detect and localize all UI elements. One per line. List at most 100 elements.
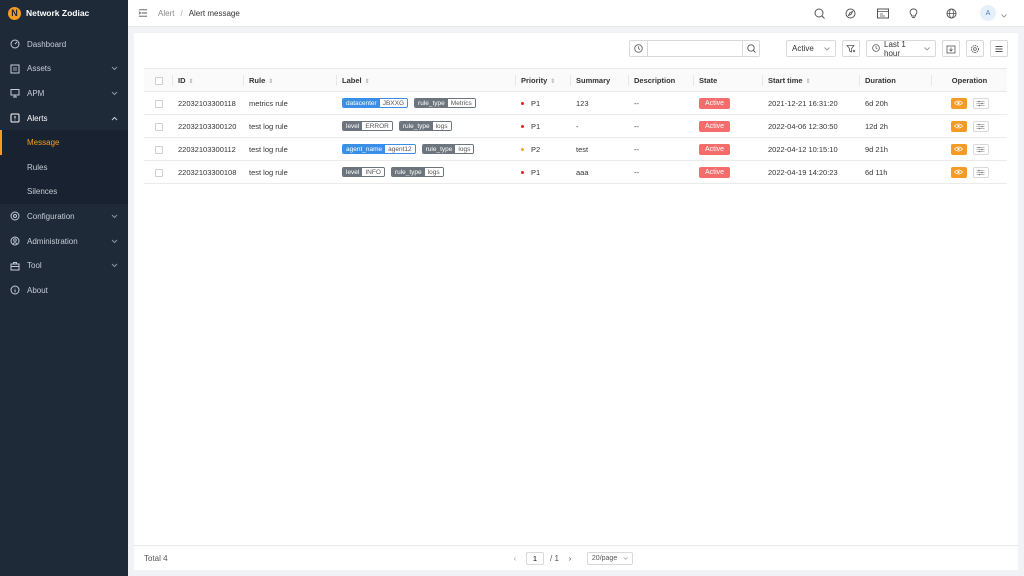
- filter-toolbar: Active Last 1 hour: [629, 39, 1008, 58]
- cell-priority: P1: [516, 114, 571, 138]
- time-range-select[interactable]: Last 1 hour: [866, 39, 936, 58]
- page-number-input[interactable]: [526, 551, 544, 565]
- avatar[interactable]: A: [980, 5, 996, 21]
- globe-icon[interactable]: [946, 8, 957, 19]
- row-checkbox[interactable]: [154, 99, 163, 108]
- cell-rule: test log rule: [244, 137, 337, 161]
- sidebar-item-label: Configuration: [27, 211, 75, 221]
- cell-operation: [932, 91, 1007, 115]
- cell-start-time: 2022-04-19 14:20:23: [763, 160, 860, 184]
- eye-icon: [954, 169, 963, 175]
- clock-icon[interactable]: [630, 41, 648, 56]
- row-checkbox[interactable]: [154, 145, 163, 154]
- chevron-down-icon: [623, 555, 628, 562]
- lightbulb-icon[interactable]: [908, 8, 919, 19]
- brand[interactable]: N Network Zodiac: [0, 0, 128, 26]
- sidebar-subitem-silences[interactable]: Silences: [0, 180, 128, 205]
- filter-clear-icon: [846, 44, 856, 53]
- monitor-icon: [10, 88, 20, 98]
- gear-icon: [971, 44, 979, 53]
- sidebar-subitem-message[interactable]: Message: [0, 130, 128, 155]
- col-header-state: State: [694, 68, 763, 92]
- sidebar-item-dashboard[interactable]: Dashboard: [0, 32, 128, 57]
- view-button[interactable]: [950, 97, 967, 109]
- top-icons: A: [128, 0, 1024, 27]
- row-checkbox[interactable]: [154, 122, 163, 131]
- chevron-up-icon: [110, 114, 118, 122]
- chevron-down-icon: [110, 89, 118, 97]
- row-select-cell: [144, 91, 173, 115]
- table-row: 22032103300108 test log rule level INFO ru…: [144, 160, 1007, 184]
- column-menu-button[interactable]: [990, 40, 1008, 57]
- col-header-start-time[interactable]: Start time ⇕: [763, 68, 860, 92]
- chevron-down-icon[interactable]: [1001, 11, 1007, 18]
- dashboard-panel-icon[interactable]: [877, 8, 889, 19]
- next-page-icon[interactable]: ›: [565, 554, 575, 563]
- sidebar-item-alerts[interactable]: Alerts: [0, 106, 128, 131]
- eye-icon: [954, 123, 963, 129]
- col-header-priority[interactable]: Priority ⇕: [516, 68, 571, 92]
- sliders-icon: [976, 100, 985, 106]
- status-badge: Active: [699, 143, 731, 155]
- table-header-row: ID ⇕ Rule ⇕ Label ⇕ Priority ⇕ Summary Descr…: [144, 68, 1007, 92]
- prev-page-icon[interactable]: ‹: [510, 554, 520, 563]
- cell-rule: test log rule: [244, 160, 337, 184]
- sidebar-item-configuration[interactable]: Configuration: [0, 204, 128, 229]
- clear-filter-button[interactable]: [842, 40, 860, 57]
- chevron-down-icon: [110, 237, 118, 245]
- state-filter-select[interactable]: Active: [786, 40, 836, 57]
- sidebar-item-tool[interactable]: Tool: [0, 253, 128, 278]
- configure-button[interactable]: [972, 120, 989, 132]
- brand-logo: N: [8, 6, 21, 20]
- cell-summary: 123: [571, 91, 629, 115]
- label-tag: datacenter JBXXG: [342, 98, 409, 108]
- col-header-label[interactable]: Label ⇕: [337, 68, 516, 92]
- search-icon[interactable]: [814, 8, 825, 19]
- view-button[interactable]: [950, 143, 967, 155]
- gear-icon: [10, 211, 20, 221]
- settings-button[interactable]: [966, 40, 984, 57]
- cell-rule: metrics rule: [244, 91, 337, 115]
- alerts-submenu: Message Rules Silences: [0, 130, 128, 205]
- sidebar-item-about[interactable]: About: [0, 278, 128, 303]
- col-header-rule[interactable]: Rule ⇕: [244, 68, 337, 92]
- row-select-cell: [144, 137, 173, 161]
- search-button[interactable]: [742, 41, 759, 56]
- sidebar-subitem-rules[interactable]: Rules: [0, 155, 128, 180]
- sidebar-item-apm[interactable]: APM: [0, 81, 128, 106]
- alert-message-card: Active Last 1 hour ID ⇕ Rule ⇕ Label ⇕ P…: [134, 33, 1018, 570]
- configure-button[interactable]: [972, 143, 989, 155]
- sort-icon: ⇕: [550, 78, 556, 85]
- cell-description: --: [629, 114, 694, 138]
- time-range-value: Last 1 hour: [884, 39, 906, 58]
- page-size-select[interactable]: 20/page: [586, 551, 634, 565]
- row-checkbox[interactable]: [154, 168, 163, 177]
- toolbox-icon: [10, 261, 20, 271]
- compass-icon[interactable]: [845, 8, 856, 19]
- search-input[interactable]: [648, 41, 742, 56]
- export-button[interactable]: [942, 40, 960, 57]
- sidebar-menu: Dashboard Assets APM Alerts Message Rule: [0, 32, 128, 303]
- chevron-down-icon: [924, 44, 930, 53]
- cell-description: --: [629, 91, 694, 115]
- sidebar-item-administration[interactable]: Administration: [0, 229, 128, 254]
- col-header-id[interactable]: ID ⇕: [173, 68, 244, 92]
- configure-button[interactable]: [972, 166, 989, 178]
- cell-duration: 6d 11h: [860, 160, 932, 184]
- configure-button[interactable]: [972, 97, 989, 109]
- cell-operation: [932, 160, 1007, 184]
- sliders-icon: [976, 146, 985, 152]
- sidebar-item-label: APM: [27, 88, 45, 98]
- col-header-description: Description: [629, 68, 694, 92]
- view-button[interactable]: [950, 166, 967, 178]
- view-button[interactable]: [950, 120, 967, 132]
- cell-description: --: [629, 137, 694, 161]
- sidebar-item-label: Alerts: [27, 113, 48, 123]
- cell-label: level INFO rule_type logs: [337, 160, 516, 184]
- label-tag: rule_type logs: [398, 121, 452, 131]
- cell-state: Active: [694, 160, 763, 184]
- table-row: 22032103300112 test log rule agent_name a…: [144, 137, 1007, 161]
- label-tag: agent_name agent12: [342, 144, 416, 154]
- sidebar-item-assets[interactable]: Assets: [0, 57, 128, 82]
- select-all-checkbox[interactable]: [154, 76, 163, 85]
